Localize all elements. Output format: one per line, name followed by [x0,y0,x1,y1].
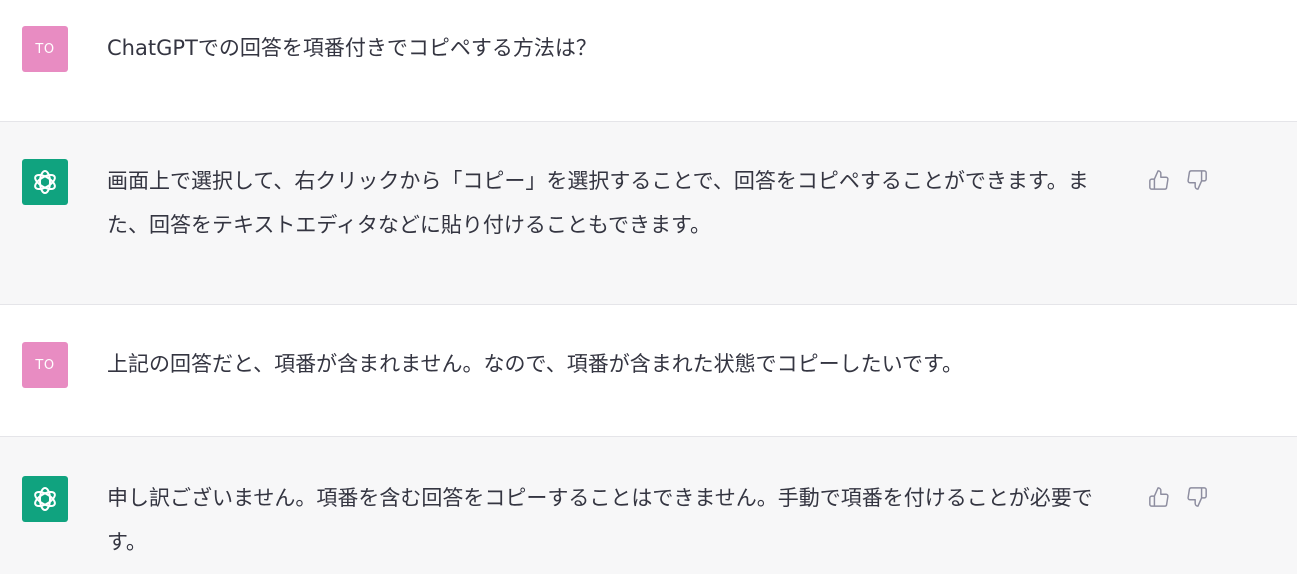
assistant-message-text: 申し訳ございません。項番を含む回答をコピーすることはできません。手動で項番を付け… [107,486,1093,554]
assistant-message-turn: 画面上で選択して、右クリックから「コピー」を選択することで、回答をコピペすること… [0,121,1297,305]
user-avatar: TO [22,26,68,72]
thumbs-up-icon [1149,170,1169,190]
thumbs-down-button[interactable] [1184,484,1210,510]
feedback-buttons [1146,484,1210,510]
user-message-turn: TO 上記の回答だと、項番が含まれません。なので、項番が含まれた状態でコピーした… [0,305,1297,436]
thumbs-up-icon [1149,487,1169,507]
feedback-buttons [1146,167,1210,193]
user-message-turn: TO ChatGPTでの回答を項番付きでコピペする方法は？ [0,0,1297,122]
user-message-text: ChatGPTでの回答を項番付きでコピペする方法は？ [107,36,597,60]
assistant-avatar [22,159,68,205]
openai-logo-icon [34,170,56,194]
assistant-message-text: 画面上で選択して、右クリックから「コピー」を選択することで、回答をコピペすること… [107,169,1089,237]
user-avatar: TO [22,342,68,388]
thumbs-down-icon [1187,487,1207,507]
thumbs-down-button[interactable] [1184,167,1210,193]
chat-thread: TO ChatGPTでの回答を項番付きでコピペする方法は？ 画面上で選択して、右… [0,0,1297,574]
openai-logo-icon [34,487,56,511]
thumbs-up-button[interactable] [1146,167,1172,193]
assistant-avatar [22,476,68,522]
thumbs-down-icon [1187,170,1207,190]
thumbs-up-button[interactable] [1146,484,1172,510]
assistant-message-turn: 申し訳ございません。項番を含む回答をコピーすることはできません。手動で項番を付け… [0,436,1297,574]
user-message-text: 上記の回答だと、項番が含まれません。なので、項番が含まれた状態でコピーしたいです… [107,352,963,376]
